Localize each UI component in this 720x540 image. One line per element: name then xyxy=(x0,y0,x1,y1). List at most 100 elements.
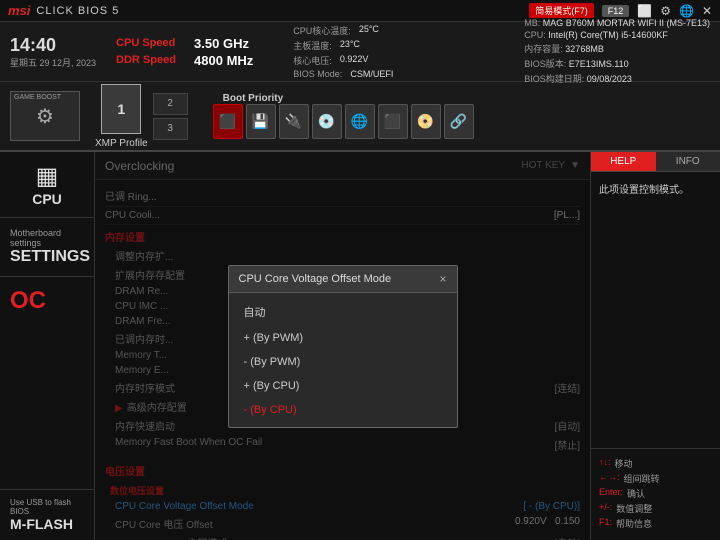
settings-icon[interactable]: ⚙ xyxy=(660,4,671,18)
modal-option-auto[interactable]: 自动 xyxy=(229,298,457,326)
ddr-speed-row: DDR Speed 4800 MHz xyxy=(116,53,253,68)
f12-button[interactable]: F12 xyxy=(602,5,630,17)
modal-option-auto-label: 自动 xyxy=(244,307,266,319)
help-text: 此项设置控制模式。 xyxy=(599,185,689,196)
ddr-speed-label: DDR Speed xyxy=(116,54,186,66)
cpu-temp-value: 25°C xyxy=(359,24,379,37)
boot-priority-section: Boot Priority ⬛ 💾 🔌 💿 🌐 ⬛ 📀 xyxy=(213,93,474,139)
xmp-small-slots: 2 3 xyxy=(153,93,188,140)
logo-area: msi CLICK BIOS 5 xyxy=(8,3,119,18)
mem-size-label: 内存容量: xyxy=(524,44,563,54)
usb2-icon: 🔌 xyxy=(285,113,302,130)
xmp-slot-2-num: 2 xyxy=(167,98,173,109)
screenshot-icon[interactable]: ⬜ xyxy=(637,4,652,18)
boot-device-1[interactable]: ⬛ xyxy=(213,104,243,139)
modal-title: CPU Core Voltage Offset Mode xyxy=(239,273,392,285)
nav-updown: ↑↓: 移动 xyxy=(599,457,712,470)
tab-info[interactable]: INFO xyxy=(656,152,720,171)
bios-ver-label: BIOS版本: xyxy=(524,59,566,69)
nav-updown-desc: 移动 xyxy=(615,457,633,470)
ddr-speed-value: 4800 MHz xyxy=(194,53,253,68)
mb-name-row: MB: MAG B760M MORTAR WIFI II (MS-7E13) xyxy=(524,18,710,28)
clock-time: 14:40 xyxy=(10,35,96,56)
boot-device-7[interactable]: 📀 xyxy=(411,104,441,139)
modal-option-plus-pwm[interactable]: + (By PWM) xyxy=(229,326,457,350)
xmp-slot-3[interactable]: 3 xyxy=(153,118,188,140)
bios-date-row: BIOS构建日期: 09/08/2023 xyxy=(524,72,710,85)
mb-info: MB: MAG B760M MORTAR WIFI II (MS-7E13) C… xyxy=(524,18,710,85)
xmp-slot-3-num: 3 xyxy=(167,123,173,134)
xmp-slot-1[interactable]: 1 xyxy=(101,84,141,134)
bios-ver-row: BIOS版本: E7E13IMS.110 xyxy=(524,57,710,70)
mb-temp-value: 23°C xyxy=(340,39,360,52)
sys-info: CPU核心温度: 25°C 主板温度: 23°C 核心电压: 0.922V BI… xyxy=(293,24,504,79)
boot-device-4[interactable]: 💿 xyxy=(312,104,342,139)
modal-option-minus-pwm[interactable]: - (By PWM) xyxy=(229,350,457,374)
boot-priority-label: Boot Priority xyxy=(223,93,474,104)
xmp-slot-1-num: 1 xyxy=(117,101,125,117)
boot-device-5[interactable]: 🌐 xyxy=(345,104,375,139)
bios-date-label: BIOS构建日期: xyxy=(524,74,584,84)
mem-size-value: 32768MB xyxy=(565,44,604,54)
mb-temp-row: 主板温度: 23°C xyxy=(293,39,504,52)
help-info-tabs: HELP INFO xyxy=(591,152,720,172)
nav-updown-key: ↑↓: xyxy=(599,457,611,470)
boot-device-3[interactable]: 🔌 xyxy=(279,104,309,139)
ext-icon: 📀 xyxy=(417,113,434,130)
mflash-section[interactable]: Use USB to flash BIOS M-FLASH xyxy=(0,489,94,540)
modal-option-minus-cpu[interactable]: - (By CPU) xyxy=(229,398,457,422)
xmp-slot-2[interactable]: 2 xyxy=(153,93,188,115)
settings-section[interactable]: Motherboard settings SETTINGS xyxy=(0,218,94,277)
modal-option-plus-cpu[interactable]: + (By CPU) xyxy=(229,374,457,398)
cpu-section[interactable]: ▦ CPU xyxy=(0,152,94,218)
game-boost-icon: ⚙ xyxy=(36,104,54,129)
bios-name: CLICK BIOS 5 xyxy=(36,5,119,17)
language-icon[interactable]: 🌐 xyxy=(679,4,694,18)
core-voltage-row: 核心电压: 0.922V xyxy=(293,54,504,67)
close-icon[interactable]: ✕ xyxy=(702,4,712,18)
settings-label: SETTINGS xyxy=(10,248,84,266)
cpu-name-value: Intel(R) Core(TM) i5-14600KF xyxy=(548,30,668,40)
clock-date: 星期五 29 12月, 2023 xyxy=(10,56,96,69)
nav-hint: ↑↓: 移动 ←→: 组间跳转 Enter: 确认 +/-: 数值调整 F1: … xyxy=(591,448,720,540)
usb-icon: ⬛ xyxy=(219,113,236,130)
bios-mode-value: CSM/UEFI xyxy=(350,69,393,79)
nav-leftright: ←→: 组间跳转 xyxy=(599,472,712,485)
oc-section[interactable]: OC xyxy=(0,277,94,489)
game-boost[interactable]: GAME BOOST ⚙ xyxy=(10,91,80,141)
modal-close-button[interactable]: × xyxy=(439,272,446,286)
lan-icon: 🔗 xyxy=(450,113,467,130)
center-content: Overclocking HOT KEY ▼ 已调 Ring... CPU Co… xyxy=(95,152,590,540)
second-bar: 14:40 星期五 29 12月, 2023 CPU Speed 3.50 GH… xyxy=(0,22,720,82)
nav-f1: F1: 帮助信息 xyxy=(599,517,712,530)
nav-plusminus-key: +/-: xyxy=(599,502,612,515)
cpu-name-row: CPU: Intel(R) Core(TM) i5-14600KF xyxy=(524,30,710,40)
nav-enter-desc: 确认 xyxy=(627,487,645,500)
mem-size-row: 内存容量: 32768MB xyxy=(524,42,710,55)
modal-header: CPU Core Voltage Offset Mode × xyxy=(229,266,457,293)
third-bar: GAME BOOST ⚙ 1 XMP Profile 2 3 Boot Prio… xyxy=(0,82,720,152)
nav-plusminus: +/-: 数值调整 xyxy=(599,502,712,515)
tab-help[interactable]: HELP xyxy=(591,152,656,171)
clock-area: 14:40 星期五 29 12月, 2023 xyxy=(10,35,96,69)
xmp-profile-label: XMP Profile xyxy=(95,138,148,149)
boot-device-6[interactable]: ⬛ xyxy=(378,104,408,139)
tab-info-label: INFO xyxy=(676,156,700,167)
cpu-temp-row: CPU核心温度: 25°C xyxy=(293,24,504,37)
cpu-name-label: CPU: xyxy=(524,30,546,40)
mb-name-label: MB: xyxy=(524,18,540,28)
modal-option-minus-cpu-label: - (By CPU) xyxy=(244,404,297,416)
nav-f1-key: F1: xyxy=(599,517,612,530)
nav-enter: Enter: 确认 xyxy=(599,487,712,500)
cpu-temp-label: CPU核心温度: xyxy=(293,24,351,37)
cpu-section-label: CPU xyxy=(10,191,84,207)
boot-device-8[interactable]: 🔗 xyxy=(444,104,474,139)
modal-option-minus-pwm-label: - (By PWM) xyxy=(244,356,301,368)
f7-mode-button[interactable]: 简易模式(F7) xyxy=(529,3,594,18)
msi-logo: msi xyxy=(8,3,30,18)
bios-mode-row: BIOS Mode: CSM/UEFI xyxy=(293,69,504,79)
xmp-area: 1 XMP Profile 2 3 xyxy=(95,84,188,149)
left-sidebar: ▦ CPU Motherboard settings SETTINGS OC U… xyxy=(0,152,95,540)
help-content: 此项设置控制模式。 xyxy=(591,172,720,448)
boot-device-2[interactable]: 💾 xyxy=(246,104,276,139)
